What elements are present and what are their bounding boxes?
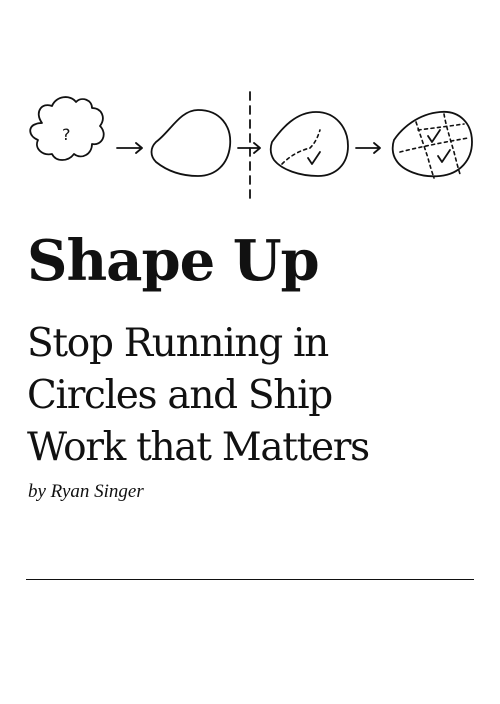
subtitle-line: Work that Matters	[27, 425, 370, 470]
blob-scopes-check-icon	[391, 111, 473, 179]
subtitle-line: Circles and Ship	[27, 373, 333, 418]
blob-icon	[150, 109, 232, 177]
shaping-process-illustration: ?	[29, 91, 473, 201]
arrow-right-icon	[116, 142, 143, 154]
divider-line	[26, 579, 474, 580]
dashed-divider-icon	[237, 91, 261, 201]
subtitle-line: Stop Running in	[27, 321, 329, 366]
book-title: Shape Up	[27, 228, 320, 294]
blob-check-icon	[269, 111, 349, 177]
arrow-right-icon	[355, 142, 381, 154]
author-byline: by Ryan Singer	[28, 481, 144, 502]
question-mark: ?	[62, 125, 71, 144]
cloud-question-icon: ?	[29, 96, 105, 161]
book-subtitle: Stop Running in Circles and Ship Work th…	[27, 318, 370, 474]
